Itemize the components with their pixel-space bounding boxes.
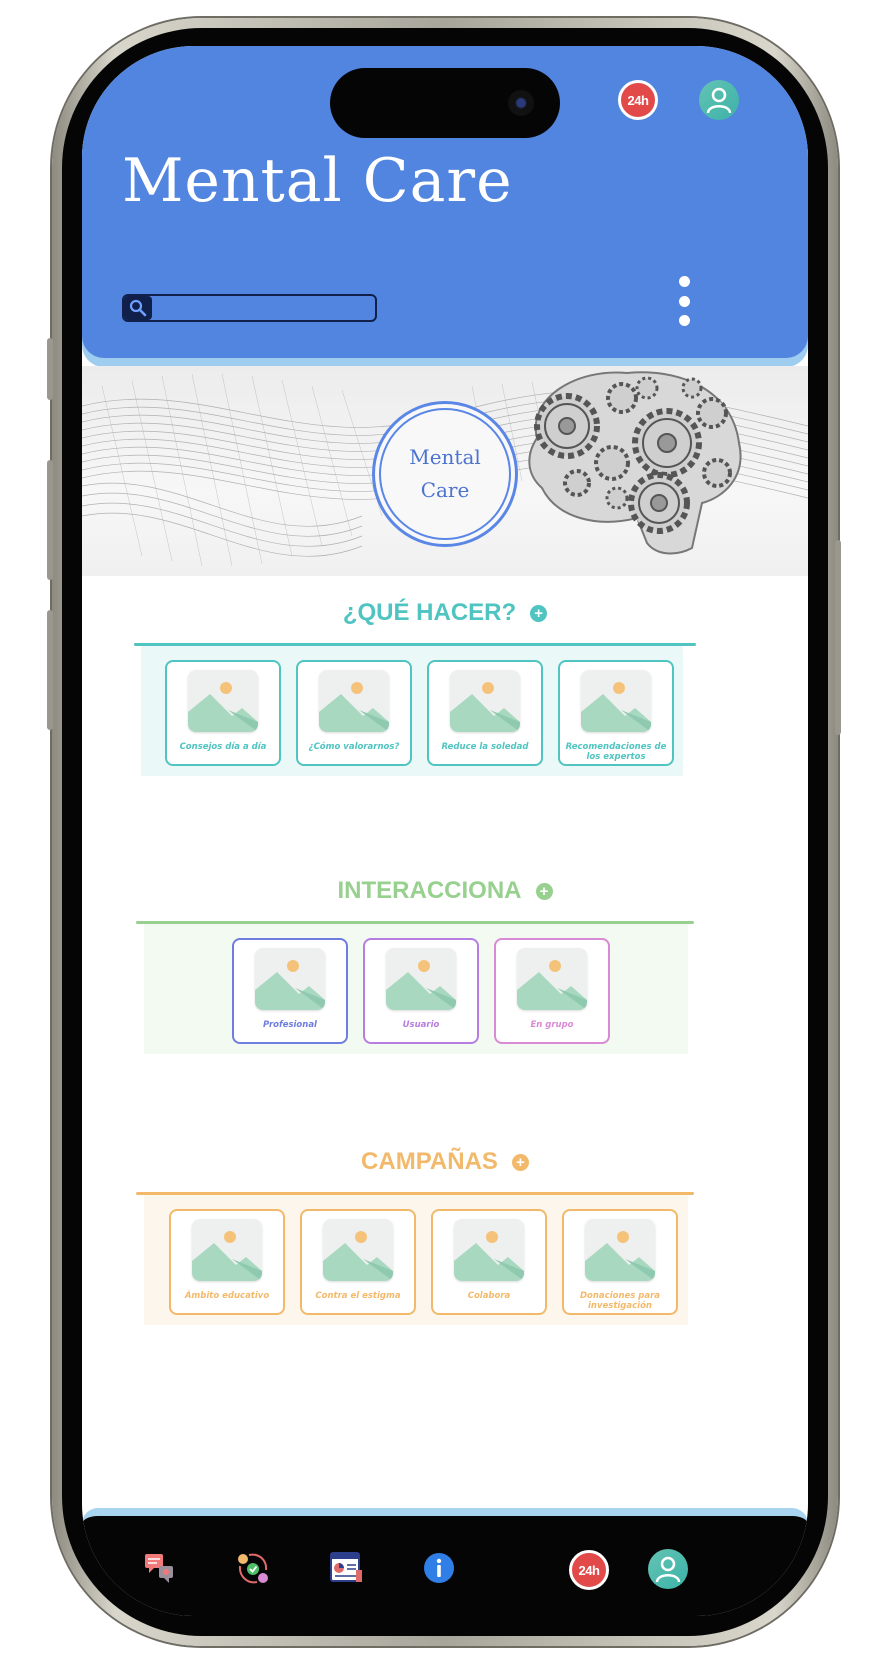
card-campanas-4[interactable]: Donaciones para investigación [562,1209,678,1315]
nav-info-button[interactable] [421,1550,457,1586]
kebab-dot [678,315,690,326]
card-campanas-2[interactable]: Contra el estigma [300,1209,416,1315]
image-placeholder-icon [581,682,651,732]
expand-que-hacer-button[interactable]: + [530,604,548,622]
image-placeholder [188,670,258,732]
emergency-24h-button[interactable]: 24h [618,80,658,120]
kebab-dot [678,295,690,307]
card-label: Reduce la soledad [441,742,529,752]
nav-chat-button[interactable] [142,1550,178,1586]
card-que-hacer-1[interactable]: Consejos día a día [165,660,281,766]
image-placeholder-icon [585,1231,655,1281]
image-placeholder [319,670,389,732]
image-placeholder [323,1219,393,1281]
exchange-icon [238,1553,268,1584]
profile-button[interactable] [699,80,739,120]
search-icon [129,299,147,317]
section-interacciona-header: INTERACCIONA + [82,877,808,905]
report-icon [330,1552,362,1582]
emergency-24h-label: 24h [578,1562,600,1578]
expand-interacciona-button[interactable]: + [535,882,553,900]
phone-action-button [47,338,53,400]
phone-power-button [835,540,841,735]
bottom-navigation-bar: 24h [82,1508,808,1616]
nav-report-button[interactable] [328,1550,364,1586]
image-placeholder-icon [517,960,587,1010]
hero-logo-line2: Care [420,478,470,502]
nav-profile-button[interactable] [648,1549,688,1589]
section-que-hacer-header: ¿QUÉ HACER? + [82,599,808,627]
card-label: Recomendaciones de los expertos [565,742,667,762]
hero-banner: Mental Care [82,366,808,576]
front-camera [508,90,534,116]
image-placeholder-icon [188,682,258,732]
chat-icon [145,1554,173,1583]
app-title: Mental Care [122,146,513,216]
phone-volume-down-button [47,610,53,730]
image-placeholder [517,948,587,1010]
card-que-hacer-2[interactable]: ¿Cómo valorarnos? [296,660,412,766]
profile-icon [655,1556,681,1583]
user-icon [706,87,732,114]
nav-exchange-button[interactable] [235,1550,271,1586]
section-interacciona-panel: Profesional Usuario En grupo [144,924,688,1054]
kebab-dot [678,276,690,287]
card-label: Ámbito educativo [184,1291,270,1301]
more-options-button[interactable] [672,276,696,326]
card-interacciona-usuario[interactable]: Usuario [363,938,479,1044]
card-label: Consejos día a día [179,742,267,752]
card-label: Donaciones para investigación [579,1291,661,1311]
image-placeholder-icon [454,1231,524,1281]
image-placeholder [585,1219,655,1281]
image-placeholder-icon [386,960,456,1010]
card-label: Contra el estigma [315,1291,401,1301]
image-placeholder [386,948,456,1010]
card-que-hacer-4[interactable]: Recomendaciones de los expertos [558,660,674,766]
card-label: Profesional [263,1020,317,1030]
card-label: ¿Cómo valorarnos? [308,742,400,752]
phone-volume-up-button [47,460,53,580]
image-placeholder-icon [192,1231,262,1281]
card-interacciona-en-grupo[interactable]: En grupo [494,938,610,1044]
hero-logo-line1: Mental [409,445,481,469]
hero-logo-text: Mental Care [400,441,490,507]
section-campanas-header: CAMPAÑAS + [82,1148,808,1176]
nav-emergency-24h-button[interactable]: 24h [569,1550,609,1590]
card-campanas-1[interactable]: Ámbito educativo [169,1209,285,1315]
image-placeholder-icon [323,1231,393,1281]
image-placeholder-icon [319,682,389,732]
info-icon [424,1553,454,1583]
gear-brain-graphic [528,371,742,555]
card-label: Usuario [402,1020,440,1030]
card-campanas-3[interactable]: Colabora [431,1209,547,1315]
section-que-hacer-panel: Consejos día a día ¿Cómo valorarnos? Red… [141,646,683,776]
image-placeholder [454,1219,524,1281]
section-campanas-title: CAMPAÑAS [361,1148,498,1175]
section-que-hacer-title: ¿QUÉ HACER? [342,599,517,626]
app-screen: Mental Care 24h Mental Care ¿QUÉ HACER? … [82,46,808,1616]
image-placeholder [581,670,651,732]
image-placeholder [192,1219,262,1281]
section-campanas-panel: Ámbito educativo Contra el estigma Colab… [144,1195,688,1325]
image-placeholder-icon [255,960,325,1010]
emergency-24h-label: 24h [627,92,649,108]
image-placeholder [450,670,520,732]
hero-logo-badge: Mental Care [372,401,518,547]
section-interacciona-title: INTERACCIONA [337,877,522,904]
image-placeholder-icon [450,682,520,732]
card-label: En grupo [530,1020,574,1030]
card-interacciona-profesional[interactable]: Profesional [232,938,348,1044]
card-label: Colabora [467,1291,511,1301]
image-placeholder [255,948,325,1010]
search-button[interactable] [124,296,152,320]
expand-campanas-button[interactable]: + [511,1153,529,1171]
card-que-hacer-3[interactable]: Reduce la soledad [427,660,543,766]
search-input[interactable] [122,294,377,322]
